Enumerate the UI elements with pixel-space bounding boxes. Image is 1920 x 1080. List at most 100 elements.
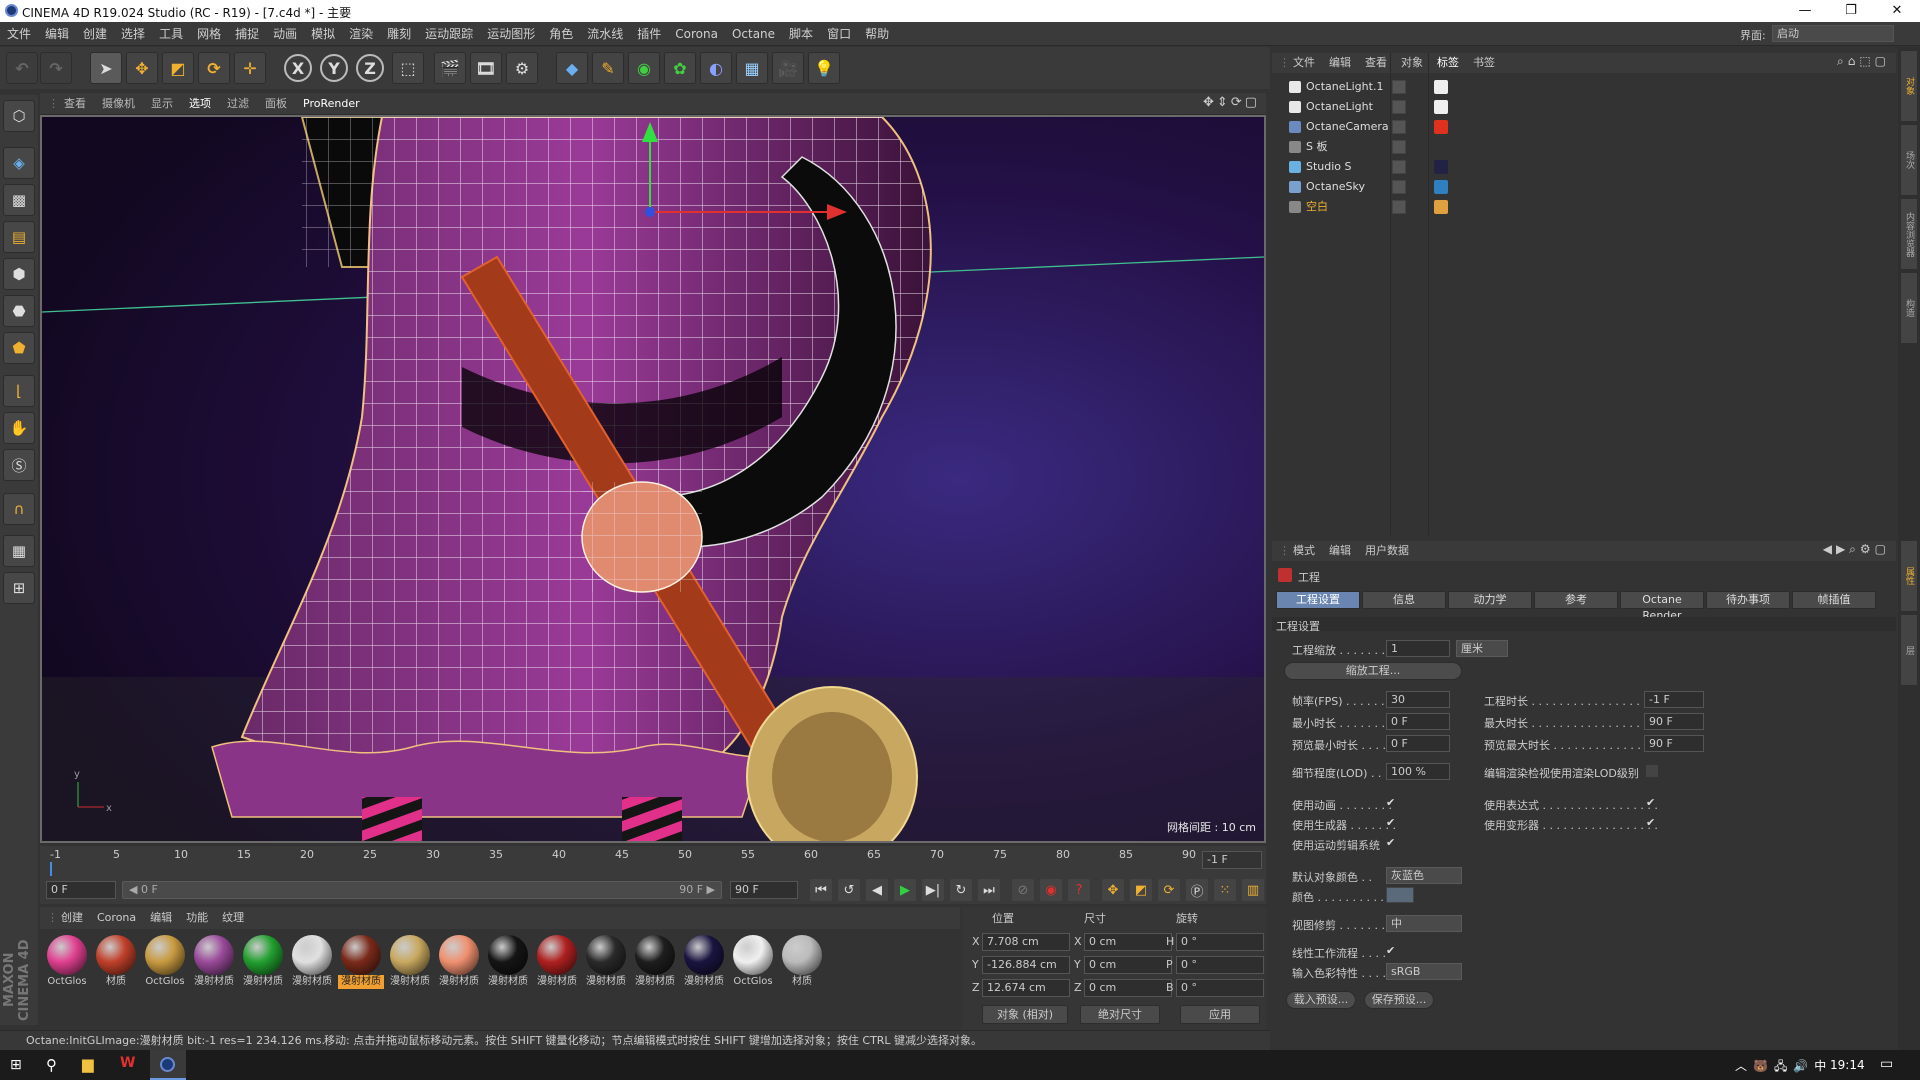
mat-menu-texture[interactable]: 纹理: [215, 907, 251, 929]
material-item[interactable]: OctGlos: [142, 933, 188, 995]
input-color-dropdown[interactable]: sRGB: [1386, 963, 1462, 980]
camera-icon[interactable]: 🎥: [772, 52, 804, 84]
layer-checkbox[interactable]: [1392, 160, 1406, 174]
vp-menu-panel[interactable]: 面板: [257, 93, 295, 115]
make-editable-icon[interactable]: ⬡: [3, 100, 35, 132]
key-rotation-icon[interactable]: ⟳: [1158, 879, 1180, 901]
obj-nav-icons[interactable]: ⌕⌂⬚▢: [1837, 54, 1890, 69]
obj-menu-edit[interactable]: 编辑: [1322, 53, 1358, 73]
max-time-field[interactable]: 90 F: [1644, 713, 1704, 730]
mat-menu-function[interactable]: 功能: [179, 907, 215, 929]
object-row[interactable]: OctaneLight: [1272, 97, 1896, 117]
polygons-mode-icon[interactable]: ⬟: [3, 332, 35, 364]
menu-simulate[interactable]: 模拟: [304, 22, 342, 46]
use-expression-checkbox[interactable]: ✔: [1646, 797, 1658, 809]
object-row[interactable]: Studio S: [1272, 157, 1896, 177]
drag-handle-icon[interactable]: ⋮: [1272, 53, 1290, 73]
object-name[interactable]: OctaneSky: [1306, 177, 1365, 197]
project-scale-unit[interactable]: 厘米: [1456, 640, 1508, 657]
obj-menu-view[interactable]: 查看: [1358, 53, 1394, 73]
strip-tab-layers[interactable]: 层: [1901, 615, 1917, 685]
menu-animate[interactable]: 动画: [266, 22, 304, 46]
drag-handle-icon[interactable]: ⋮: [1272, 541, 1290, 561]
vp-menu-options[interactable]: 选项: [181, 93, 219, 115]
size-y-field[interactable]: 0 cm: [1084, 956, 1172, 974]
view-clipping-dropdown[interactable]: 中: [1386, 915, 1462, 932]
obj-menu-tags[interactable]: 标签: [1430, 53, 1466, 73]
scale-project-button[interactable]: 缩放工程...: [1284, 662, 1462, 680]
menu-corona[interactable]: Corona: [668, 22, 725, 46]
key-pla-icon[interactable]: ⁙: [1214, 879, 1236, 901]
mat-menu-corona[interactable]: Corona: [90, 907, 143, 929]
object-row[interactable]: OctaneSky: [1272, 177, 1896, 197]
play-icon[interactable]: ▶: [894, 879, 916, 901]
object-row[interactable]: S 板: [1272, 137, 1896, 157]
drag-handle-icon[interactable]: ⋮: [40, 93, 59, 115]
y-axis-lock-button[interactable]: Y: [320, 54, 348, 82]
material-item[interactable]: 漫射材质: [387, 933, 433, 995]
render-settings-icon[interactable]: ⚙: [506, 52, 538, 84]
linear-workflow-checkbox[interactable]: ✔: [1386, 945, 1398, 957]
object-tag-icon[interactable]: [1434, 160, 1448, 174]
material-item[interactable]: OctGlos: [730, 933, 776, 995]
playhead[interactable]: [50, 862, 52, 876]
menu-mesh[interactable]: 网格: [190, 22, 228, 46]
strip-tab-structure[interactable]: 构造: [1901, 273, 1917, 343]
vp-menu-display[interactable]: 显示: [143, 93, 181, 115]
current-frame-field[interactable]: -1 F: [1202, 851, 1262, 869]
menu-plugins[interactable]: 插件: [630, 22, 668, 46]
floor-icon[interactable]: ▦: [736, 52, 768, 84]
strip-tab-takes[interactable]: 场次: [1901, 125, 1917, 195]
material-item[interactable]: 漫射材质: [338, 933, 384, 995]
viewport-nav-icons[interactable]: ✥⇕⟳▢: [1203, 95, 1260, 110]
magnet-icon[interactable]: ∩: [3, 493, 35, 525]
menu-sculpt[interactable]: 雕刻: [380, 22, 418, 46]
material-item[interactable]: 材质: [93, 933, 139, 995]
size-x-field[interactable]: 0 cm: [1084, 933, 1172, 951]
object-tag-icon[interactable]: [1434, 180, 1448, 194]
start-frame-field[interactable]: 0 F: [46, 881, 116, 899]
x-axis-lock-button[interactable]: X: [284, 54, 312, 82]
timeline-window-icon[interactable]: ▥: [1242, 879, 1264, 901]
live-select-icon[interactable]: ➤: [90, 52, 122, 84]
autokey-icon[interactable]: ◉: [1040, 879, 1062, 901]
material-item[interactable]: 漫射材质: [240, 933, 286, 995]
tab-project-settings[interactable]: 工程设置: [1276, 591, 1360, 609]
object-tag-icon[interactable]: [1434, 200, 1448, 214]
apply-button[interactable]: 应用: [1180, 1005, 1260, 1024]
layer-checkbox[interactable]: [1392, 180, 1406, 194]
tab-dynamics[interactable]: 动力学: [1448, 591, 1532, 609]
wps-icon[interactable]: W: [120, 1055, 135, 1071]
axis-mode-icon[interactable]: ⌊: [3, 375, 35, 407]
object-name[interactable]: 空白: [1306, 197, 1328, 217]
menu-character[interactable]: 角色: [542, 22, 580, 46]
mat-menu-create[interactable]: 创建: [54, 907, 90, 929]
points-mode-icon[interactable]: ⬢: [3, 258, 35, 290]
scale-icon[interactable]: ◩: [162, 52, 194, 84]
tab-octane-render[interactable]: Octane Render: [1620, 591, 1704, 622]
lod-field[interactable]: 100 %: [1386, 763, 1450, 780]
material-item[interactable]: 漫射材质: [632, 933, 678, 995]
color-swatch[interactable]: [1386, 887, 1414, 903]
menu-mograph[interactable]: 运动图形: [480, 22, 542, 46]
next-key-icon[interactable]: ↻: [950, 879, 972, 901]
timeline-ruler[interactable]: -1 5 10 15 20 25 30 35 40 45 50 55 60 65…: [50, 848, 1200, 876]
menu-edit[interactable]: 编辑: [38, 22, 76, 46]
layout-select[interactable]: 启动: [1772, 25, 1894, 42]
duration-field[interactable]: -1 F: [1644, 691, 1704, 708]
object-tag-icon[interactable]: [1434, 100, 1448, 114]
vp-menu-filter[interactable]: 过滤: [219, 93, 257, 115]
redo-icon[interactable]: ↷: [40, 52, 72, 84]
light-icon[interactable]: 💡: [808, 52, 840, 84]
cube-icon[interactable]: ◆: [556, 52, 588, 84]
material-item[interactable]: 漫射材质: [534, 933, 580, 995]
pen-icon[interactable]: ✎: [592, 52, 624, 84]
prev-frame-icon[interactable]: ◀: [866, 879, 888, 901]
object-tag-icon[interactable]: [1434, 80, 1448, 94]
menu-file[interactable]: 文件: [0, 22, 38, 46]
default-color-dropdown[interactable]: 灰蓝色: [1386, 867, 1462, 884]
tab-info[interactable]: 信息: [1362, 591, 1446, 609]
object-tag-icon[interactable]: [1434, 120, 1448, 134]
fps-field[interactable]: 30: [1386, 691, 1450, 708]
3d-viewport[interactable]: y x 网格间距 : 10 cm: [40, 115, 1266, 843]
